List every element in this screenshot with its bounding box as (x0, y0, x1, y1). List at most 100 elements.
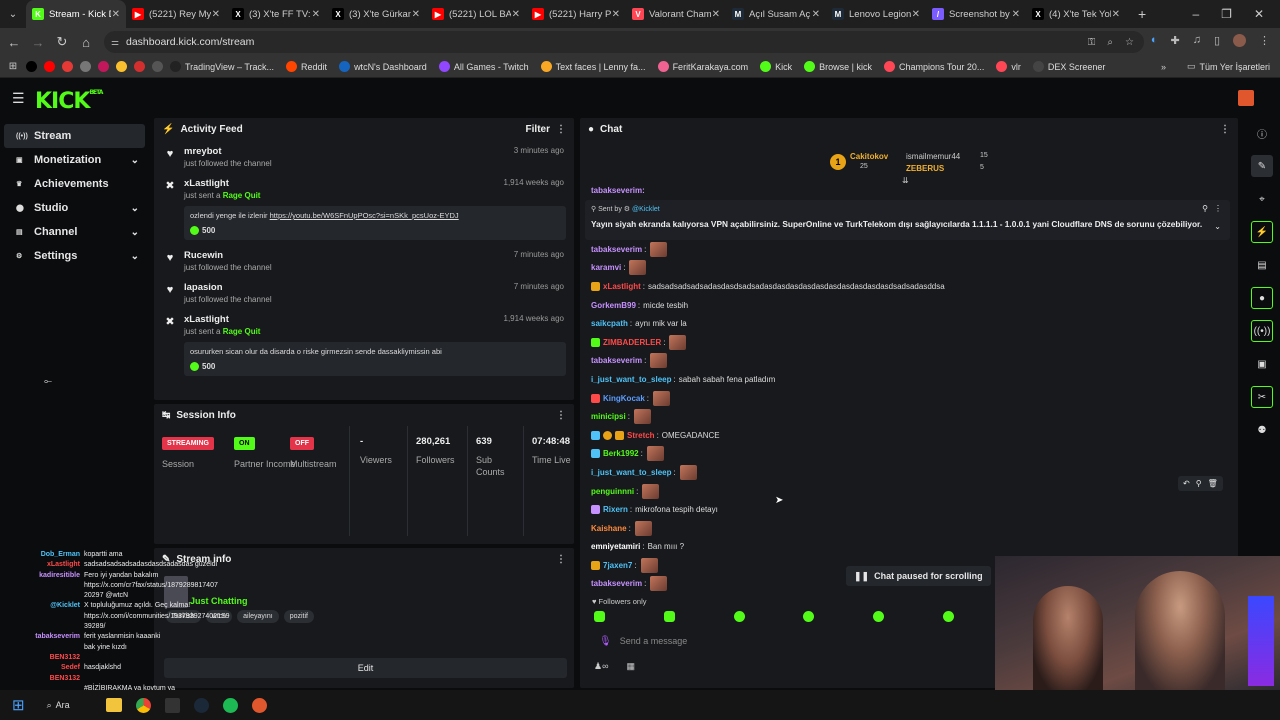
activity-filter-button[interactable]: Filter (526, 124, 550, 135)
bookmark-item[interactable]: wtcN's Dashboard (339, 61, 427, 72)
chat-username[interactable]: i_just_want_to_sleep (591, 468, 671, 477)
microphone-icon[interactable]: 🎙 (599, 636, 612, 647)
chevron-down-icon[interactable]: ⌄ (131, 251, 139, 262)
sidebar-item-channel[interactable]: ▤ Channel ⌄ (4, 220, 145, 244)
extensions-puzzle-icon[interactable]: ✚ (1170, 34, 1179, 47)
browser-tab[interactable]: V Valorant Cham ✕ (626, 0, 726, 28)
pinned-expand-icon[interactable]: ⌄ (1214, 222, 1221, 231)
tools-icon[interactable]: ✂ (1251, 386, 1273, 408)
print-icon[interactable]: ▣ (1251, 353, 1273, 375)
steam-icon[interactable] (193, 697, 209, 713)
chat-username[interactable]: tabakseverim (591, 579, 642, 588)
spotify-icon[interactable] (222, 697, 238, 713)
kick-logo[interactable]: KICKBETA (35, 89, 103, 114)
extension-icon[interactable]: ◐ (1151, 34, 1158, 47)
bookmark-item[interactable]: Kick (760, 61, 792, 72)
chevron-down-icon[interactable]: ⌄ (131, 227, 139, 238)
info-icon[interactable]: ⓘ (1251, 122, 1273, 144)
chat-username[interactable]: tabakseverim (591, 356, 642, 365)
tab-close-icon[interactable]: ✕ (412, 9, 420, 20)
sidebar-item-stream[interactable]: ((•)) Stream (4, 124, 145, 148)
activity-username[interactable]: Rucewin (184, 250, 566, 261)
browser-tab[interactable]: M Açıl Susam Aç ✕ (726, 0, 826, 28)
sidebar-item-settings[interactable]: ⚙ Settings ⌄ (4, 244, 145, 268)
chat-popout-icon[interactable]: ● (1251, 287, 1273, 309)
taskbar-search[interactable]: ⌕ Ara (47, 700, 70, 711)
user-avatar[interactable] (1238, 90, 1254, 106)
undo-icon[interactable]: ↶ (1183, 479, 1190, 488)
all-bookmarks-folder[interactable]: ▭ Tüm Yer İşaretleri (1187, 61, 1270, 72)
bookmark-item[interactable]: TradingView – Track... (170, 61, 274, 72)
chrome-icon[interactable] (135, 697, 151, 713)
bookmark-item[interactable]: All Games - Twitch (438, 61, 529, 72)
tab-close-icon[interactable]: ✕ (312, 9, 320, 20)
reload-icon[interactable]: ↻ (50, 34, 74, 50)
forward-icon[interactable]: → (26, 35, 50, 50)
chat-input[interactable]: 🎙 Send a message (591, 631, 991, 651)
sidebar-item-monetization[interactable]: ▣ Monetization ⌄ (4, 148, 145, 172)
chat-username[interactable]: i_just_want_to_sleep (591, 375, 671, 384)
edit-pen-icon[interactable]: ✎ (1251, 155, 1273, 177)
obs-icon[interactable] (164, 697, 180, 713)
chat-username[interactable]: xLastlight (603, 282, 641, 291)
session-more-icon[interactable]: ⋮ (556, 410, 566, 421)
windows-start-icon[interactable]: ⊞ (12, 696, 25, 714)
tab-close-icon[interactable]: ✕ (1012, 9, 1020, 20)
minimize-icon[interactable]: – (1192, 7, 1199, 21)
chat-username[interactable]: penguinnni (591, 487, 634, 496)
quick-emote-icon[interactable] (733, 611, 745, 622)
chat-username[interactable]: 7jaxen7 (603, 561, 632, 570)
bookmark-item[interactable] (152, 61, 163, 72)
bookmark-item[interactable] (44, 61, 55, 72)
browser-tab[interactable]: K Stream - Kick D ✕ (26, 0, 126, 28)
activity-username[interactable]: lapasion (184, 282, 566, 293)
chat-username[interactable]: Stretch (627, 431, 655, 440)
profile-avatar-icon[interactable] (1233, 34, 1246, 47)
browser-tab[interactable]: X (4) X'te Tek Yol ✕ (1026, 0, 1126, 28)
bookmark-item[interactable] (62, 61, 73, 72)
tab-close-icon[interactable]: ✕ (612, 9, 620, 20)
bookmark-item[interactable]: vlr (996, 61, 1021, 72)
browser-tab[interactable]: X (3) X'te FF TV: ✕ (226, 0, 326, 28)
delete-icon[interactable]: 🗑 (1208, 479, 1218, 488)
new-tab-button[interactable]: + (1138, 6, 1146, 22)
chevron-down-icon[interactable]: ⌄ (131, 203, 139, 214)
activity-username[interactable]: mreybot (184, 146, 566, 157)
browser-menu-icon[interactable]: ⋮ (1259, 34, 1270, 47)
browser-tab[interactable]: / Screenshot by ✕ (926, 0, 1026, 28)
browser-tab[interactable]: ▶ (5221) Rey My ✕ (126, 0, 226, 28)
quick-emote-icon[interactable] (803, 611, 815, 622)
bookmark-item[interactable]: Reddit (286, 61, 327, 72)
activity-message-link[interactable]: https://youtu.be/W6SFnUpPOsc?si=nSKk_pcs… (270, 211, 459, 220)
bookmark-item[interactable] (116, 61, 127, 72)
chat-username[interactable]: karamvi (591, 263, 621, 272)
site-info-icon[interactable]: ⚌ (111, 37, 119, 48)
users-icon[interactable]: ⚉ (1251, 419, 1273, 441)
app-icon[interactable] (251, 697, 267, 713)
sidepanel-icon[interactable]: ▯ (1214, 34, 1220, 47)
chat-username[interactable]: Berk1992 (603, 449, 639, 458)
unpin-icon[interactable]: ⚲ (1202, 204, 1208, 213)
chevron-down-icon[interactable]: ⌄ (131, 155, 139, 166)
chat-username[interactable]: saikcpath (591, 319, 628, 328)
bookmark-item[interactable] (80, 61, 91, 72)
browser-tab[interactable]: ▶ (5221) Harry P ✕ (526, 0, 626, 28)
tab-close-icon[interactable]: ✕ (712, 9, 720, 20)
close-window-icon[interactable]: ✕ (1254, 7, 1264, 21)
home-icon[interactable]: ⌂ (74, 35, 98, 50)
bookmarks-overflow-icon[interactable]: » (1161, 62, 1166, 72)
bookmark-item[interactable]: FeritKarakaya.com (657, 61, 748, 72)
zoom-icon[interactable]: ⌕ (1107, 37, 1113, 48)
chat-paused-button[interactable]: ❚❚ Chat paused for scrolling (846, 566, 991, 586)
chat-username[interactable]: ZIMBADERLER (603, 338, 661, 347)
chat-more-icon[interactable]: ⋮ (1220, 124, 1230, 135)
maximize-icon[interactable]: ❐ (1221, 7, 1232, 21)
back-icon[interactable]: ← (2, 35, 26, 50)
chat-username[interactable]: tabakseverim (591, 245, 642, 254)
bookmark-item[interactable] (26, 61, 37, 72)
stream-info-more-icon[interactable]: ⋮ (556, 554, 566, 565)
hamburger-menu-icon[interactable]: ☰ (12, 90, 25, 107)
browser-tab[interactable]: M Lenovo Legion ✕ (826, 0, 926, 28)
tab-close-icon[interactable]: ✕ (112, 9, 120, 20)
bookmark-star-icon[interactable]: ☆ (1125, 37, 1134, 48)
